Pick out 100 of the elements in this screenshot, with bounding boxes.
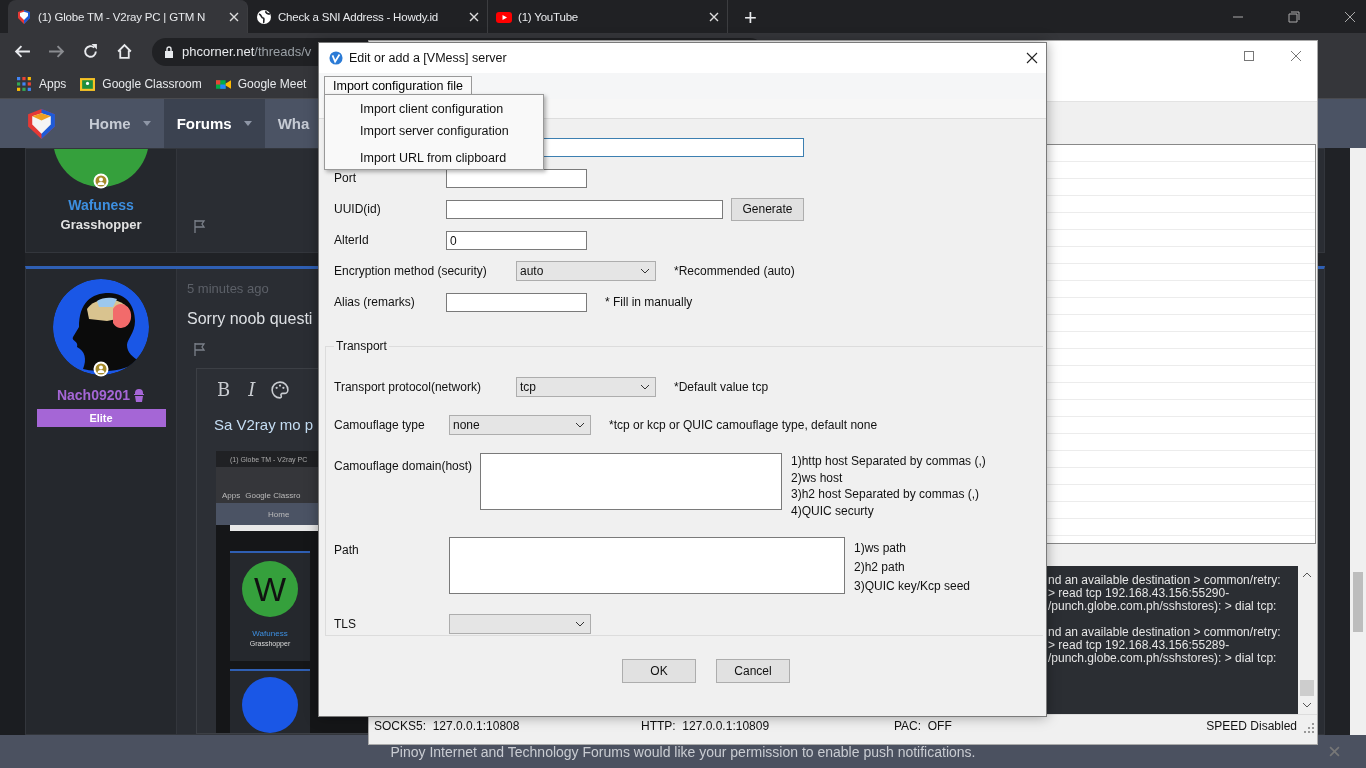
caret-icon bbox=[142, 121, 151, 126]
field-hint: 3)h2 host Separated by commas (,) bbox=[791, 486, 981, 503]
input-field[interactable]: 0 bbox=[446, 230, 587, 250]
field-hint: 2)h2 path bbox=[854, 559, 906, 576]
reload-icon[interactable] bbox=[82, 43, 99, 60]
field-hint: * Fill in manually bbox=[605, 295, 693, 309]
cube-icon bbox=[16, 8, 32, 25]
nav-tab[interactable]: Home bbox=[76, 99, 164, 148]
dialog-button[interactable]: Cancel bbox=[716, 659, 790, 683]
menu-option[interactable]: Import URL from clipboard bbox=[353, 147, 541, 169]
log-line: /punch.globe.com.ph/sshstores): > dial tcp: bbox=[1048, 652, 1278, 665]
field-label: UUID(id) bbox=[334, 202, 381, 216]
field-label: Path bbox=[334, 543, 359, 557]
field-label: Camouflage domain(host) bbox=[334, 459, 473, 473]
dialog-title: Edit or add a [VMess] server bbox=[349, 51, 507, 65]
dropdown[interactable]: tcp bbox=[516, 377, 656, 397]
status-text: HTTP: 127.0.0.1:10809 bbox=[641, 718, 770, 733]
status-text: PAC: OFF bbox=[894, 718, 952, 733]
field-hint: 1)ws path bbox=[854, 540, 908, 557]
home-icon[interactable] bbox=[116, 43, 133, 60]
avatar[interactable] bbox=[53, 279, 149, 375]
grid-icon bbox=[17, 76, 32, 92]
mini-bookmark-label: Apps bbox=[222, 490, 241, 500]
post-text: Sorry noob questi bbox=[187, 310, 314, 328]
nav-tab[interactable]: Forums bbox=[163, 99, 265, 148]
field-label: AlterId bbox=[334, 233, 369, 247]
field-hint: *tcp or kcp or QUIC camouflage type, default none bbox=[609, 418, 878, 432]
input-field[interactable] bbox=[446, 168, 587, 188]
username[interactable]: Wafuness bbox=[68, 197, 134, 213]
lock-icon bbox=[164, 45, 174, 58]
notification-text: Pinoy Internet and Technology Forums would like your permission to enable push notifications. bbox=[390, 743, 976, 760]
log-line: nd an available destination > common/retry: bbox=[1048, 574, 1282, 587]
field-label: Transport protocol(network) bbox=[334, 380, 481, 394]
user-badge: Elite bbox=[36, 409, 166, 427]
close-icon[interactable] bbox=[1344, 10, 1356, 23]
format-button[interactable]: B bbox=[215, 379, 233, 400]
username[interactable]: Nach09201 bbox=[56, 387, 131, 403]
menu-option[interactable]: Import server configuration bbox=[353, 120, 541, 142]
palette-icon[interactable] bbox=[271, 380, 290, 399]
input-field[interactable] bbox=[446, 292, 587, 312]
dropdown[interactable]: none bbox=[449, 415, 591, 435]
rank-icon bbox=[133, 388, 146, 402]
user-icon bbox=[93, 361, 109, 377]
maximize-icon[interactable] bbox=[1244, 51, 1254, 61]
resize-grip-icon[interactable] bbox=[1304, 723, 1314, 733]
mini-username: Wafuness bbox=[252, 629, 288, 638]
user-rank: Grasshopper bbox=[60, 217, 142, 232]
field-hint: *Default value tcp bbox=[674, 380, 769, 394]
bookmark[interactable]: Apps bbox=[12, 72, 72, 96]
mini-avatar bbox=[242, 677, 298, 733]
forward-icon[interactable] bbox=[48, 43, 65, 60]
group-title: Transport bbox=[335, 339, 388, 353]
status-text: SOCKS5: 127.0.0.1:10808 bbox=[374, 718, 520, 733]
field-hint: 4)QUIC securty bbox=[791, 502, 875, 519]
mini-bookmark-label: Google Classro bbox=[245, 490, 301, 500]
editor-text: Sa V2ray mo p bbox=[214, 416, 314, 433]
scrollbar-thumb[interactable] bbox=[1353, 572, 1363, 632]
dialog-button[interactable]: OK bbox=[622, 659, 696, 683]
field-label: Port bbox=[334, 171, 356, 185]
caret-icon bbox=[575, 422, 585, 428]
log-line: /punch.globe.com.ph/sshstores): > dial tcp: bbox=[1048, 600, 1278, 613]
scroll-down-icon[interactable] bbox=[1301, 702, 1312, 708]
scrollbar-thumb[interactable] bbox=[1299, 680, 1314, 696]
back-icon[interactable] bbox=[14, 43, 31, 60]
logo-icon[interactable] bbox=[25, 107, 58, 140]
url-text: phcorner.net/threads/v bbox=[182, 44, 312, 59]
field-label: Alias (remarks) bbox=[334, 295, 415, 309]
log-line: > read tcp 192.168.43.156:55290- bbox=[1048, 587, 1230, 600]
field-hint: 3)QUIC key/Kcp seed bbox=[854, 578, 971, 595]
log-line: > read tcp 192.168.43.156:55289- bbox=[1048, 639, 1230, 652]
restore-icon[interactable] bbox=[1288, 10, 1300, 23]
globe-icon bbox=[256, 8, 272, 25]
generate-button[interactable]: Generate bbox=[731, 197, 804, 221]
log-line: nd an available destination > common/retry: bbox=[1048, 626, 1282, 639]
close-icon[interactable] bbox=[1026, 52, 1038, 64]
bookmark[interactable]: Google Meet bbox=[210, 72, 312, 96]
menu-item[interactable]: Import configuration file bbox=[324, 75, 472, 97]
mini-nav-label: Home bbox=[268, 509, 290, 519]
scroll-up-icon[interactable] bbox=[1301, 572, 1312, 578]
format-button[interactable]: I bbox=[246, 379, 258, 400]
text-area[interactable] bbox=[480, 453, 782, 510]
user-icon bbox=[93, 173, 109, 189]
new-tab-button[interactable]: + bbox=[738, 3, 763, 33]
caret-icon bbox=[243, 121, 252, 126]
status-text: SPEED Disabled bbox=[1206, 718, 1297, 733]
field-label: TLS bbox=[334, 617, 356, 631]
dropdown[interactable]: auto bbox=[516, 261, 656, 281]
flag-icon[interactable] bbox=[193, 219, 207, 233]
text-area[interactable] bbox=[449, 537, 845, 594]
field-hint: 1)http host Separated by commas (,) bbox=[791, 453, 986, 470]
mini-avatar: W bbox=[242, 561, 298, 617]
flag-icon[interactable] bbox=[193, 342, 207, 356]
bookmark[interactable]: Google Classroom bbox=[75, 72, 207, 96]
input-field[interactable] bbox=[446, 199, 723, 219]
field-hint: 2)ws host bbox=[791, 469, 844, 486]
app-icon bbox=[329, 51, 343, 65]
field-label: Encryption method (security) bbox=[334, 264, 487, 278]
board-icon bbox=[80, 76, 96, 92]
browser-tab[interactable]: (1) Globe TM - V2ray PC | GTM N bbox=[8, 0, 248, 33]
caret-icon bbox=[640, 384, 650, 390]
